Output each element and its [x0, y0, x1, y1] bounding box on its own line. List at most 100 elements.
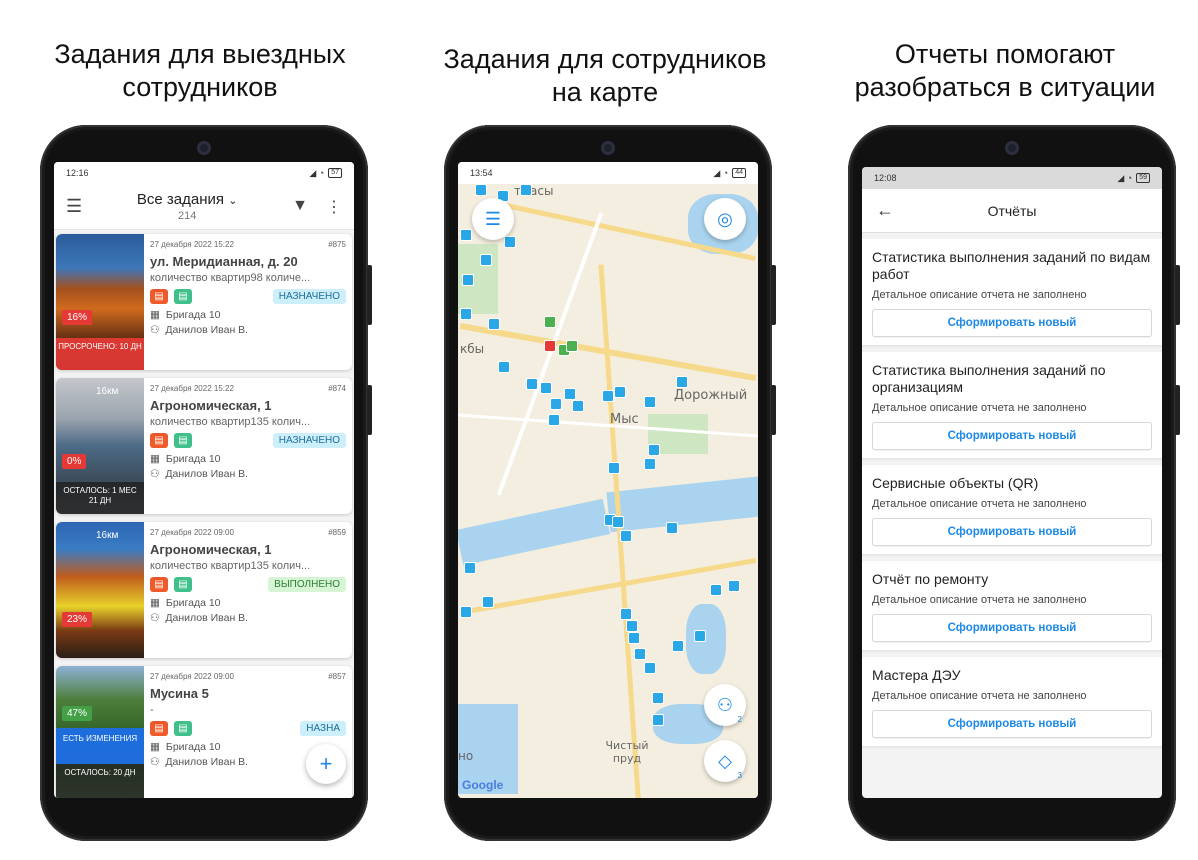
task-pin[interactable] — [652, 714, 664, 726]
task-pin[interactable] — [504, 236, 516, 248]
screen-map: 13:54 ◢ ◔ 44 тмасы кбы Дорожный Мыс Чист… — [458, 162, 758, 798]
generate-report-button[interactable]: Сформировать новый — [872, 710, 1152, 738]
report-title: Сервисные объекты (QR) — [872, 475, 1039, 491]
generate-report-button[interactable]: Сформировать новый — [872, 309, 1152, 337]
task-date: 27 декабря 2022 15:22 — [150, 384, 234, 393]
task-type-icon: ▤ — [150, 577, 168, 592]
task-card[interactable]: 16% ПРОСРОЧЕНО: 10 ДН 27 декабря 2022 15… — [56, 234, 352, 370]
caption-middle: Задания для сотрудников на карте — [443, 44, 767, 107]
report-description: Детальное описание отчета не заполнено — [872, 498, 1087, 510]
task-pin[interactable] — [634, 648, 646, 660]
task-pin[interactable] — [462, 274, 474, 286]
task-pin[interactable] — [488, 318, 500, 330]
report-card: Статистика выполнения заданий по видам р… — [862, 239, 1162, 346]
phone-reports: 12:08 ◢ ◔ 59 ← Отчёты Статистика выполнен… — [848, 125, 1180, 841]
task-pin[interactable] — [460, 308, 472, 320]
tasks-filter-dropdown[interactable]: Все задания ⌄ 214 — [137, 191, 238, 222]
task-pin[interactable] — [520, 184, 532, 196]
tasks-list[interactable]: 16% ПРОСРОЧЕНО: 10 ДН 27 декабря 2022 15… — [54, 230, 354, 798]
task-pin[interactable] — [548, 414, 560, 426]
task-description: количество квартир98 количе... — [150, 272, 311, 284]
task-pin[interactable] — [648, 444, 660, 456]
task-pin[interactable] — [602, 390, 614, 402]
task-photo: 16км 0% ОСТАЛОСЬ: 1 МЕС 21 ДН — [56, 378, 144, 514]
map-label: Чистый пруд — [605, 739, 649, 765]
task-pin[interactable] — [652, 692, 664, 704]
menu-icon[interactable]: ☰ — [66, 196, 82, 217]
task-pin[interactable] — [628, 632, 640, 644]
task-pin[interactable] — [672, 640, 684, 652]
task-pin[interactable] — [566, 340, 578, 352]
report-card: Отчёт по ремонту Детальное описание отче… — [862, 561, 1162, 651]
task-pin[interactable] — [608, 462, 620, 474]
task-pin[interactable] — [676, 376, 688, 388]
task-pin[interactable] — [620, 608, 632, 620]
progress-badge: 0% — [62, 454, 87, 469]
layers-count-badge: 3 — [737, 771, 742, 780]
generate-report-button[interactable]: Сформировать новый — [872, 518, 1152, 546]
phone-tasks: 12:16 ◢ ◔ 57 ☰ Все задания ⌄ 214 ▼ ⋮ 16%… — [40, 125, 372, 841]
battery-icon: 59 — [1136, 173, 1150, 183]
task-pin[interactable] — [544, 316, 556, 328]
signal-icon: ◢ ◔ — [309, 167, 325, 178]
task-pin[interactable] — [544, 340, 556, 352]
task-pin[interactable] — [728, 580, 740, 592]
task-pin[interactable] — [526, 378, 538, 390]
task-pin[interactable] — [626, 620, 638, 632]
task-pin[interactable] — [644, 396, 656, 408]
layers-button[interactable]: ◇ 3 — [704, 740, 746, 782]
task-pin[interactable] — [614, 386, 626, 398]
building-icon: ▦ — [150, 597, 160, 609]
task-number: #859 — [328, 528, 346, 537]
task-pin[interactable] — [482, 596, 494, 608]
task-pin[interactable] — [694, 630, 706, 642]
task-pin[interactable] — [460, 606, 472, 618]
task-photo: 47% ЕСТЬ ИЗМЕНЕНИЯ ОСТАЛОСЬ: 20 ДН — [56, 666, 144, 798]
phone-map: 13:54 ◢ ◔ 44 тмасы кбы Дорожный Мыс Чист… — [444, 125, 776, 841]
task-card[interactable]: 16км 23% 27 декабря 2022 09:00 #859 Агрон… — [56, 522, 352, 658]
task-pin[interactable] — [612, 516, 624, 528]
map-street — [458, 413, 758, 438]
report-description: Детальное описание отчета не заполнено — [872, 690, 1087, 702]
back-arrow-icon[interactable]: ← — [876, 200, 916, 221]
generate-report-button[interactable]: Сформировать новый — [872, 614, 1152, 642]
employees-button[interactable]: ⚇ 2 — [704, 684, 746, 726]
task-pin[interactable] — [540, 382, 552, 394]
map-label: кбы — [460, 342, 485, 356]
my-location-button[interactable]: ◎ — [704, 198, 746, 240]
task-pin[interactable] — [572, 400, 584, 412]
task-pin[interactable] — [475, 184, 487, 196]
map-menu-button[interactable]: ☰ — [472, 198, 514, 240]
task-pin[interactable] — [620, 530, 632, 542]
task-type-icon: ▤ — [150, 433, 168, 448]
task-pin[interactable] — [666, 522, 678, 534]
task-address: ул. Меридианная, д. 20 — [150, 254, 298, 269]
task-photo: 16% ПРОСРОЧЕНО: 10 ДН — [56, 234, 144, 370]
task-pin[interactable] — [550, 398, 562, 410]
task-person: Данилов Иван В. — [165, 612, 249, 624]
task-pin[interactable] — [644, 662, 656, 674]
task-pin[interactable] — [460, 229, 472, 241]
task-pin[interactable] — [564, 388, 576, 400]
task-person: Данилов Иван В. — [165, 756, 249, 768]
reports-header: ← Отчёты — [862, 189, 1162, 233]
task-card[interactable]: 47% ЕСТЬ ИЗМЕНЕНИЯ ОСТАЛОСЬ: 20 ДН 27 де… — [56, 666, 352, 798]
add-task-button[interactable]: + — [306, 744, 346, 784]
task-pin[interactable] — [464, 562, 476, 574]
task-address: Агрономическая, 1 — [150, 542, 272, 557]
task-pin[interactable] — [498, 361, 510, 373]
task-pin[interactable] — [644, 458, 656, 470]
task-pin[interactable] — [480, 254, 492, 266]
task-card[interactable]: 16км 0% ОСТАЛОСЬ: 1 МЕС 21 ДН 27 декабря… — [56, 378, 352, 514]
filter-icon[interactable]: ▼ — [292, 197, 308, 217]
status-badge: НАЗНАЧЕНО — [272, 289, 346, 304]
more-icon[interactable]: ⋮ — [326, 197, 342, 217]
map-view[interactable]: тмасы кбы Дорожный Мыс Чистый пруд но ☰ … — [458, 184, 758, 798]
status-bar: 13:54 ◢ ◔ 44 — [458, 162, 758, 184]
generate-report-button[interactable]: Сформировать новый — [872, 422, 1152, 450]
report-description: Детальное описание отчета не заполнено — [872, 594, 1087, 606]
task-description: количество квартир135 колич... — [150, 416, 311, 428]
person-icon: ⚇ — [150, 756, 160, 768]
task-pin[interactable] — [710, 584, 722, 596]
task-date: 27 декабря 2022 09:00 — [150, 672, 234, 681]
